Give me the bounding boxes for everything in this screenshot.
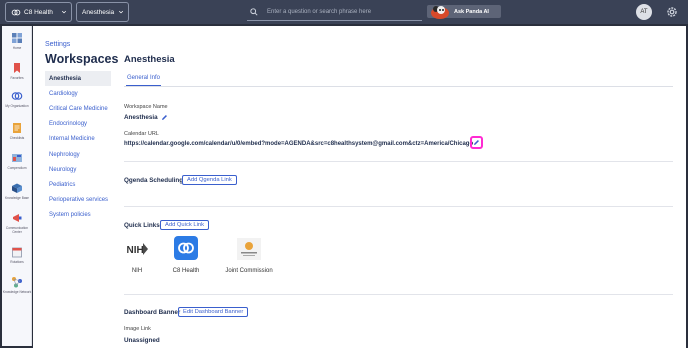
rail-item-communication-center[interactable]: Communication Center [2, 212, 32, 234]
rail-item-favorites[interactable]: Favorites [2, 62, 32, 80]
main-panel: Settings Workspaces Anesthesia Cardiolog… [33, 26, 686, 348]
rail-label: Home [12, 46, 22, 50]
workspace-item-endocrinology[interactable]: Endocrinology [45, 117, 111, 132]
calendar-url-value: https://calendar.google.com/calendar/u/0… [124, 141, 474, 147]
c8-health-logo-icon [11, 9, 21, 15]
edit-calendar-url-button[interactable] [470, 136, 483, 149]
panda-icon [431, 6, 449, 19]
section-divider [124, 294, 673, 295]
workspace-item-nephrology[interactable]: Nephrology [45, 147, 111, 162]
rail-item-rotations[interactable]: Rotations [2, 246, 32, 264]
rail-label: Favorites [10, 76, 24, 80]
workspace-item-system-policies[interactable]: System policies [45, 208, 111, 223]
tab-general-info[interactable]: General Info [126, 75, 162, 86]
workspace-item-neurology[interactable]: Neurology [45, 162, 111, 177]
megaphone-icon [13, 214, 22, 222]
search-input[interactable]: Enter a question or search phrase here [247, 3, 422, 21]
quick-link-name: C8 Health [172, 268, 200, 274]
quick-link-joint-commission[interactable]: Joint Commission [224, 238, 274, 274]
avatar-initials: AT [640, 9, 648, 15]
joint-commission-logo-icon [237, 238, 261, 260]
image-link-label: Image Link [124, 326, 151, 332]
calendar-icon [12, 247, 22, 258]
home-icon [12, 33, 22, 43]
rail-label: Compendium [7, 166, 27, 170]
app-window: C8 Health Anesthesia Enter a question or… [0, 0, 688, 348]
workspace-item-critical-care-medicine[interactable]: Critical Care Medicine [45, 101, 111, 116]
pencil-icon [474, 140, 479, 145]
quick-links-label: Quick Links [124, 222, 160, 229]
user-avatar[interactable]: AT [636, 4, 652, 20]
search-placeholder: Enter a question or search phrase here [267, 8, 372, 15]
left-rail: Home Favorites My Organization Checklist… [2, 26, 32, 346]
workspace-name-label: Workspace Name [124, 104, 168, 110]
add-quick-link-button[interactable]: Add Quick Link [160, 220, 209, 230]
organization-select[interactable]: C8 Health [5, 2, 72, 22]
organization-icon [11, 92, 23, 100]
section-divider [124, 161, 673, 162]
add-qgenda-link-button[interactable]: Add Qgenda Link [182, 175, 237, 185]
workspaces-heading: Workspaces [45, 52, 119, 66]
workspace-item-internal-medicine[interactable]: Internal Medicine [45, 132, 111, 147]
workspace-list: Anesthesia Cardiology Critical Care Medi… [45, 71, 111, 223]
page-title: Anesthesia [124, 54, 175, 65]
rail-label: Communication Center [5, 226, 29, 234]
quick-link-name: Joint Commission [225, 268, 273, 274]
network-icon [12, 277, 22, 288]
ask-panda-ai-label: Ask Panda AI [454, 8, 489, 15]
top-bar: C8 Health Anesthesia Enter a question or… [0, 0, 688, 24]
svg-text:NIH: NIH [127, 245, 144, 256]
qgenda-scheduling-label: Qgenda Scheduling [124, 177, 184, 184]
rail-label: Rotations [10, 260, 24, 264]
workspace-item-pediatrics[interactable]: Pediatrics [45, 177, 111, 192]
rail-label: My Organization [5, 104, 29, 108]
organization-name: C8 Health [24, 8, 53, 16]
tab-divider [124, 86, 673, 87]
edit-workspace-name-icon[interactable] [161, 114, 168, 121]
quick-link-name: NIH [131, 268, 143, 274]
workspace-item-anesthesia[interactable]: Anesthesia [45, 71, 111, 87]
workspace-select-value: Anesthesia [82, 8, 115, 16]
c8-health-logo-icon [174, 236, 198, 260]
rail-label: Checklists [9, 136, 25, 140]
dashboard-banner-label: Dashboard Banner [124, 309, 181, 316]
rail-item-compendium[interactable]: Compendium [2, 152, 32, 170]
compendium-icon [12, 154, 22, 162]
rail-label: Knowledge Network [2, 290, 32, 294]
chevron-down-icon [118, 10, 124, 14]
workspace-item-cardiology[interactable]: Cardiology [45, 86, 111, 101]
nih-logo-icon: NIH [125, 241, 149, 257]
rail-item-my-organization[interactable]: My Organization [2, 90, 32, 108]
calendar-url-label: Calendar URL [124, 131, 159, 137]
rail-item-knowledge-network[interactable]: Knowledge Network [2, 276, 32, 294]
search-icon [250, 7, 258, 16]
quick-link-nih[interactable]: NIH NIH [124, 238, 150, 274]
workspace-item-perioperative-services[interactable]: Perioperative services [45, 193, 111, 208]
edit-dashboard-banner-button[interactable]: Edit Dashboard Banner [178, 307, 249, 317]
quick-link-c8-health[interactable]: C8 Health [172, 236, 200, 274]
gear-icon[interactable] [665, 5, 679, 19]
checklist-icon [13, 123, 21, 133]
rail-item-checklists[interactable]: Checklists [2, 122, 32, 140]
settings-breadcrumb[interactable]: Settings [45, 41, 70, 48]
rail-item-knowledge-base[interactable]: Knowledge Base [2, 182, 32, 200]
rail-item-home[interactable]: Home [2, 32, 32, 50]
workspace-detail: Anesthesia General Info Workspace Name A… [124, 26, 684, 348]
rail-label: Knowledge Base [5, 196, 29, 200]
workspace-select[interactable]: Anesthesia [76, 2, 129, 22]
chevron-down-icon [61, 10, 67, 14]
bookmark-icon [14, 63, 20, 73]
section-divider [124, 206, 673, 207]
image-link-value: Unassigned [124, 337, 160, 344]
knowledge-base-icon [12, 183, 22, 193]
workspace-name-value: Anesthesia [124, 114, 158, 121]
